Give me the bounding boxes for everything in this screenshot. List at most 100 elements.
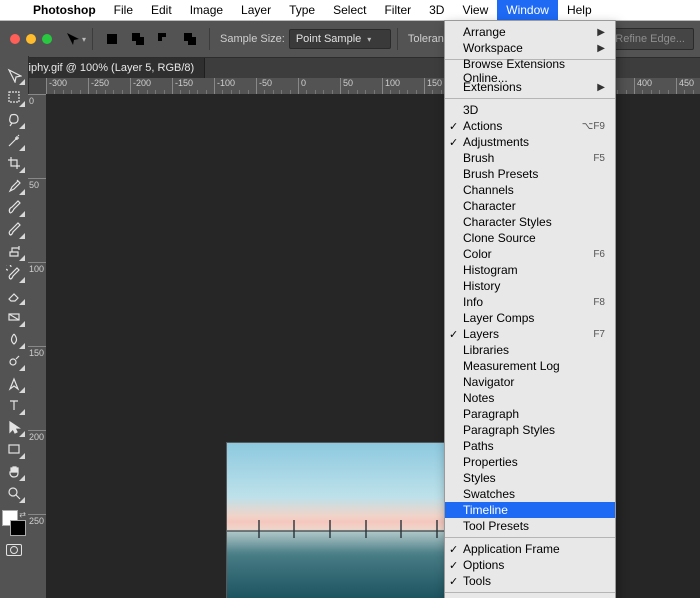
menu-item-paragraph[interactable]: Paragraph <box>445 406 615 422</box>
swap-colors-icon[interactable]: ⇄ <box>19 510 26 519</box>
document-tab[interactable]: × giphy.gif @ 100% (Layer 5, RGB/8) <box>0 58 205 78</box>
menu-item-navigator[interactable]: Navigator <box>445 374 615 390</box>
background-color[interactable] <box>10 520 26 536</box>
tool-spot-heal[interactable] <box>2 196 26 218</box>
zoom-icon[interactable] <box>42 34 52 44</box>
ruler-tick-label: 100 <box>385 78 400 88</box>
menu-item-histogram[interactable]: Histogram <box>445 262 615 278</box>
menu-item-measurement-log[interactable]: Measurement Log <box>445 358 615 374</box>
close-icon[interactable] <box>10 34 20 44</box>
menu-help[interactable]: Help <box>558 0 601 20</box>
mac-menubar: Photoshop FileEditImageLayerTypeSelectFi… <box>0 0 700 21</box>
menu-item-swatches[interactable]: Swatches <box>445 486 615 502</box>
menu-item-brush-presets[interactable]: Brush Presets <box>445 166 615 182</box>
tool-type[interactable] <box>2 394 26 416</box>
app-name-menu[interactable]: Photoshop <box>24 0 105 20</box>
tool-history-brush[interactable] <box>2 262 26 284</box>
menu-window[interactable]: Window <box>497 0 558 20</box>
menu-item-channels[interactable]: Channels <box>445 182 615 198</box>
refine-edge-button[interactable]: Refine Edge... <box>606 28 694 50</box>
tool-magic-wand[interactable] <box>2 130 26 152</box>
sample-size-value: Point Sample <box>296 33 361 45</box>
menu-item-arrange[interactable]: Arrange▶ <box>445 24 615 40</box>
tool-dodge[interactable] <box>2 350 26 372</box>
minimize-icon[interactable] <box>26 34 36 44</box>
tool-clone-stamp[interactable] <box>2 240 26 262</box>
tool-lasso[interactable] <box>2 108 26 130</box>
menu-item-styles[interactable]: Styles <box>445 470 615 486</box>
submenu-arrow-icon: ▶ <box>597 43 605 54</box>
sample-size-dropdown[interactable]: Point Sample▾ <box>289 29 391 49</box>
menu-select[interactable]: Select <box>324 0 375 20</box>
menu-file[interactable]: File <box>105 0 142 20</box>
menu-item-color[interactable]: ColorF6 <box>445 246 615 262</box>
menu-view[interactable]: View <box>453 0 497 20</box>
menu-item-label: Channels <box>463 183 514 197</box>
window-menu-dropdown: Arrange▶Workspace ▶ Browse Extensions Onli… <box>444 20 616 598</box>
menu-item-label: Workspace <box>463 41 523 55</box>
menu-shortcut: F8 <box>593 297 605 308</box>
menu-item-layers[interactable]: ✓LayersF7 <box>445 326 615 342</box>
subtract-selection-icon[interactable] <box>154 29 174 49</box>
intersect-selection-icon[interactable] <box>180 29 200 49</box>
check-icon: ✓ <box>449 120 458 133</box>
menu-layer[interactable]: Layer <box>232 0 280 20</box>
menu-item-browse-extensions-online-[interactable]: Browse Extensions Online... <box>445 63 615 79</box>
tool-eraser[interactable] <box>2 284 26 306</box>
menu-item-tool-presets[interactable]: Tool Presets <box>445 518 615 534</box>
tool-move[interactable] <box>2 64 26 86</box>
menu-item-options[interactable]: ✓Options <box>445 557 615 573</box>
menu-item-actions[interactable]: ✓Actions⌥F9 <box>445 118 615 134</box>
menu-item-paragraph-styles[interactable]: Paragraph Styles <box>445 422 615 438</box>
menu-item-clone-source[interactable]: Clone Source <box>445 230 615 246</box>
ruler-tick-label: -300 <box>49 78 67 88</box>
tool-brush[interactable] <box>2 218 26 240</box>
menu-item-3d[interactable]: 3D <box>445 102 615 118</box>
menu-item-notes[interactable]: Notes <box>445 390 615 406</box>
menu-edit[interactable]: Edit <box>142 0 181 20</box>
menu-item-brush[interactable]: BrushF5 <box>445 150 615 166</box>
menu-item-adjustments[interactable]: ✓Adjustments <box>445 134 615 150</box>
menu-item-history[interactable]: History <box>445 278 615 294</box>
tool-pen[interactable] <box>2 372 26 394</box>
quick-mask-toggle[interactable] <box>2 540 26 560</box>
menu-item-timeline[interactable]: Timeline <box>445 502 615 518</box>
menu-item-character-styles[interactable]: Character Styles <box>445 214 615 230</box>
menu-item-label: 3D <box>463 103 478 117</box>
tool-blur[interactable] <box>2 328 26 350</box>
menu-item-workspace[interactable]: Workspace ▶ <box>445 40 615 56</box>
vertical-ruler[interactable]: 050100150200250 <box>28 94 47 598</box>
menu-item-character[interactable]: Character <box>445 198 615 214</box>
menu-item-extensions[interactable]: Extensions▶ <box>445 79 615 95</box>
tool-path-select[interactable] <box>2 416 26 438</box>
chevron-down-icon[interactable]: ▾ <box>82 35 86 44</box>
tool-zoom[interactable] <box>2 482 26 504</box>
menu-item-paths[interactable]: Paths <box>445 438 615 454</box>
tool-preset-icon[interactable] <box>63 29 83 49</box>
menu-filter[interactable]: Filter <box>375 0 420 20</box>
menu-item-label: Adjustments <box>463 135 529 149</box>
tool-gradient[interactable] <box>2 306 26 328</box>
menu-item-label: Clone Source <box>463 231 536 245</box>
tool-rectangle[interactable] <box>2 438 26 460</box>
menu-item-tools[interactable]: ✓Tools <box>445 573 615 589</box>
tool-rect-marquee[interactable] <box>2 86 26 108</box>
menu-item-properties[interactable]: Properties <box>445 454 615 470</box>
menu-shortcut: F5 <box>593 153 605 164</box>
menu-item-application-frame[interactable]: ✓Application Frame <box>445 541 615 557</box>
menu-type[interactable]: Type <box>280 0 324 20</box>
menu-3d[interactable]: 3D <box>420 0 453 20</box>
menu-shortcut: F7 <box>593 329 605 340</box>
menu-item-label: Character <box>463 199 516 213</box>
menu-image[interactable]: Image <box>181 0 232 20</box>
add-selection-icon[interactable] <box>128 29 148 49</box>
tool-crop[interactable] <box>2 152 26 174</box>
tool-hand[interactable] <box>2 460 26 482</box>
color-swatches[interactable]: ⇄ <box>2 510 26 536</box>
sample-layers-icon[interactable] <box>102 29 122 49</box>
window-traffic-lights[interactable] <box>10 34 52 44</box>
tool-eyedropper[interactable] <box>2 174 26 196</box>
menu-item-libraries[interactable]: Libraries <box>445 342 615 358</box>
menu-item-info[interactable]: InfoF8 <box>445 294 615 310</box>
menu-item-layer-comps[interactable]: Layer Comps <box>445 310 615 326</box>
